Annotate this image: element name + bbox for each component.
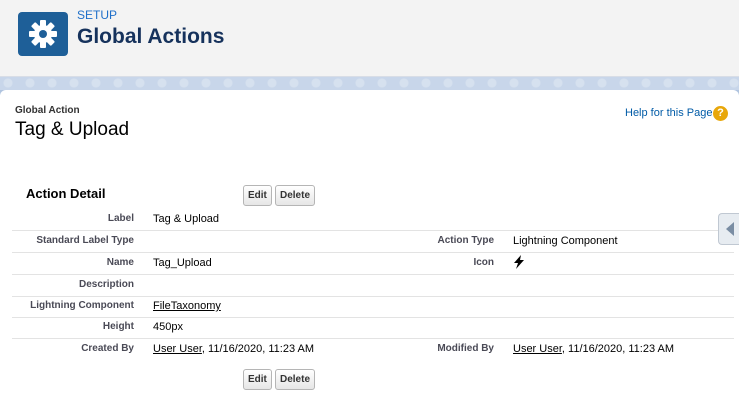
created-by-user-link[interactable]: User User xyxy=(153,343,202,355)
field-row-label: Label Tag & Upload xyxy=(12,209,734,231)
field-value: User User, 11/16/2020, 11:23 AM xyxy=(153,343,314,355)
page-title: Global Actions xyxy=(77,25,225,48)
setup-app-icon xyxy=(18,12,68,56)
created-date: , 11/16/2020, 11:23 AM xyxy=(201,343,315,355)
record-title: Tag & Upload xyxy=(15,119,130,140)
gear-icon xyxy=(29,20,57,48)
field-label: Created By xyxy=(81,343,134,354)
field-row-label-type: Standard Label Type Action Type Lightnin… xyxy=(12,231,734,253)
field-value: Lightning Component xyxy=(513,235,618,247)
field-row-component: Lightning Component FileTaxonomy xyxy=(12,296,734,318)
edit-button-bottom[interactable]: Edit xyxy=(243,369,272,390)
help-icon[interactable]: ? xyxy=(713,106,728,121)
breadcrumb[interactable]: SETUP xyxy=(77,8,117,22)
decorative-band xyxy=(0,77,739,90)
help-link[interactable]: Help for this Page xyxy=(625,107,712,119)
field-value: 450px xyxy=(153,321,183,333)
field-value: User User, 11/16/2020, 11:23 AM xyxy=(513,343,674,355)
setup-header: SETUP Global Actions xyxy=(0,0,739,77)
component-link[interactable]: FileTaxonomy xyxy=(153,300,221,312)
field-row-name: Name Tag_Upload Icon xyxy=(12,253,734,275)
field-label: Label xyxy=(107,213,134,224)
field-label: Name xyxy=(106,257,134,268)
lightning-bolt-icon xyxy=(513,255,525,272)
field-label: Height xyxy=(102,321,134,332)
field-label: Standard Label Type xyxy=(36,235,134,246)
field-label: Description xyxy=(78,279,134,290)
edit-button-top[interactable]: Edit xyxy=(243,185,272,206)
object-label: Global Action xyxy=(15,105,80,116)
field-label: Lightning Component xyxy=(30,300,134,311)
delete-button-top[interactable]: Delete xyxy=(275,185,316,206)
field-label: Modified By xyxy=(437,343,494,354)
modified-date: , 11/16/2020, 11:23 AM xyxy=(561,343,675,355)
field-row-description: Description xyxy=(12,275,734,297)
collapse-arrow-icon xyxy=(726,222,734,236)
field-label: Action Type xyxy=(437,235,494,246)
modified-by-user-link[interactable]: User User xyxy=(513,343,562,355)
field-value: Tag & Upload xyxy=(153,213,220,225)
field-value: Tag_Upload xyxy=(153,257,212,269)
field-row-height: Height 450px xyxy=(12,317,734,339)
section-title: Action Detail xyxy=(26,186,106,201)
delete-button-bottom[interactable]: Delete xyxy=(275,369,316,390)
sidebar-toggle[interactable] xyxy=(718,213,739,245)
field-label: Icon xyxy=(473,257,494,268)
field-row-audit: Created By User User, 11/16/2020, 11:23 … xyxy=(12,339,734,360)
